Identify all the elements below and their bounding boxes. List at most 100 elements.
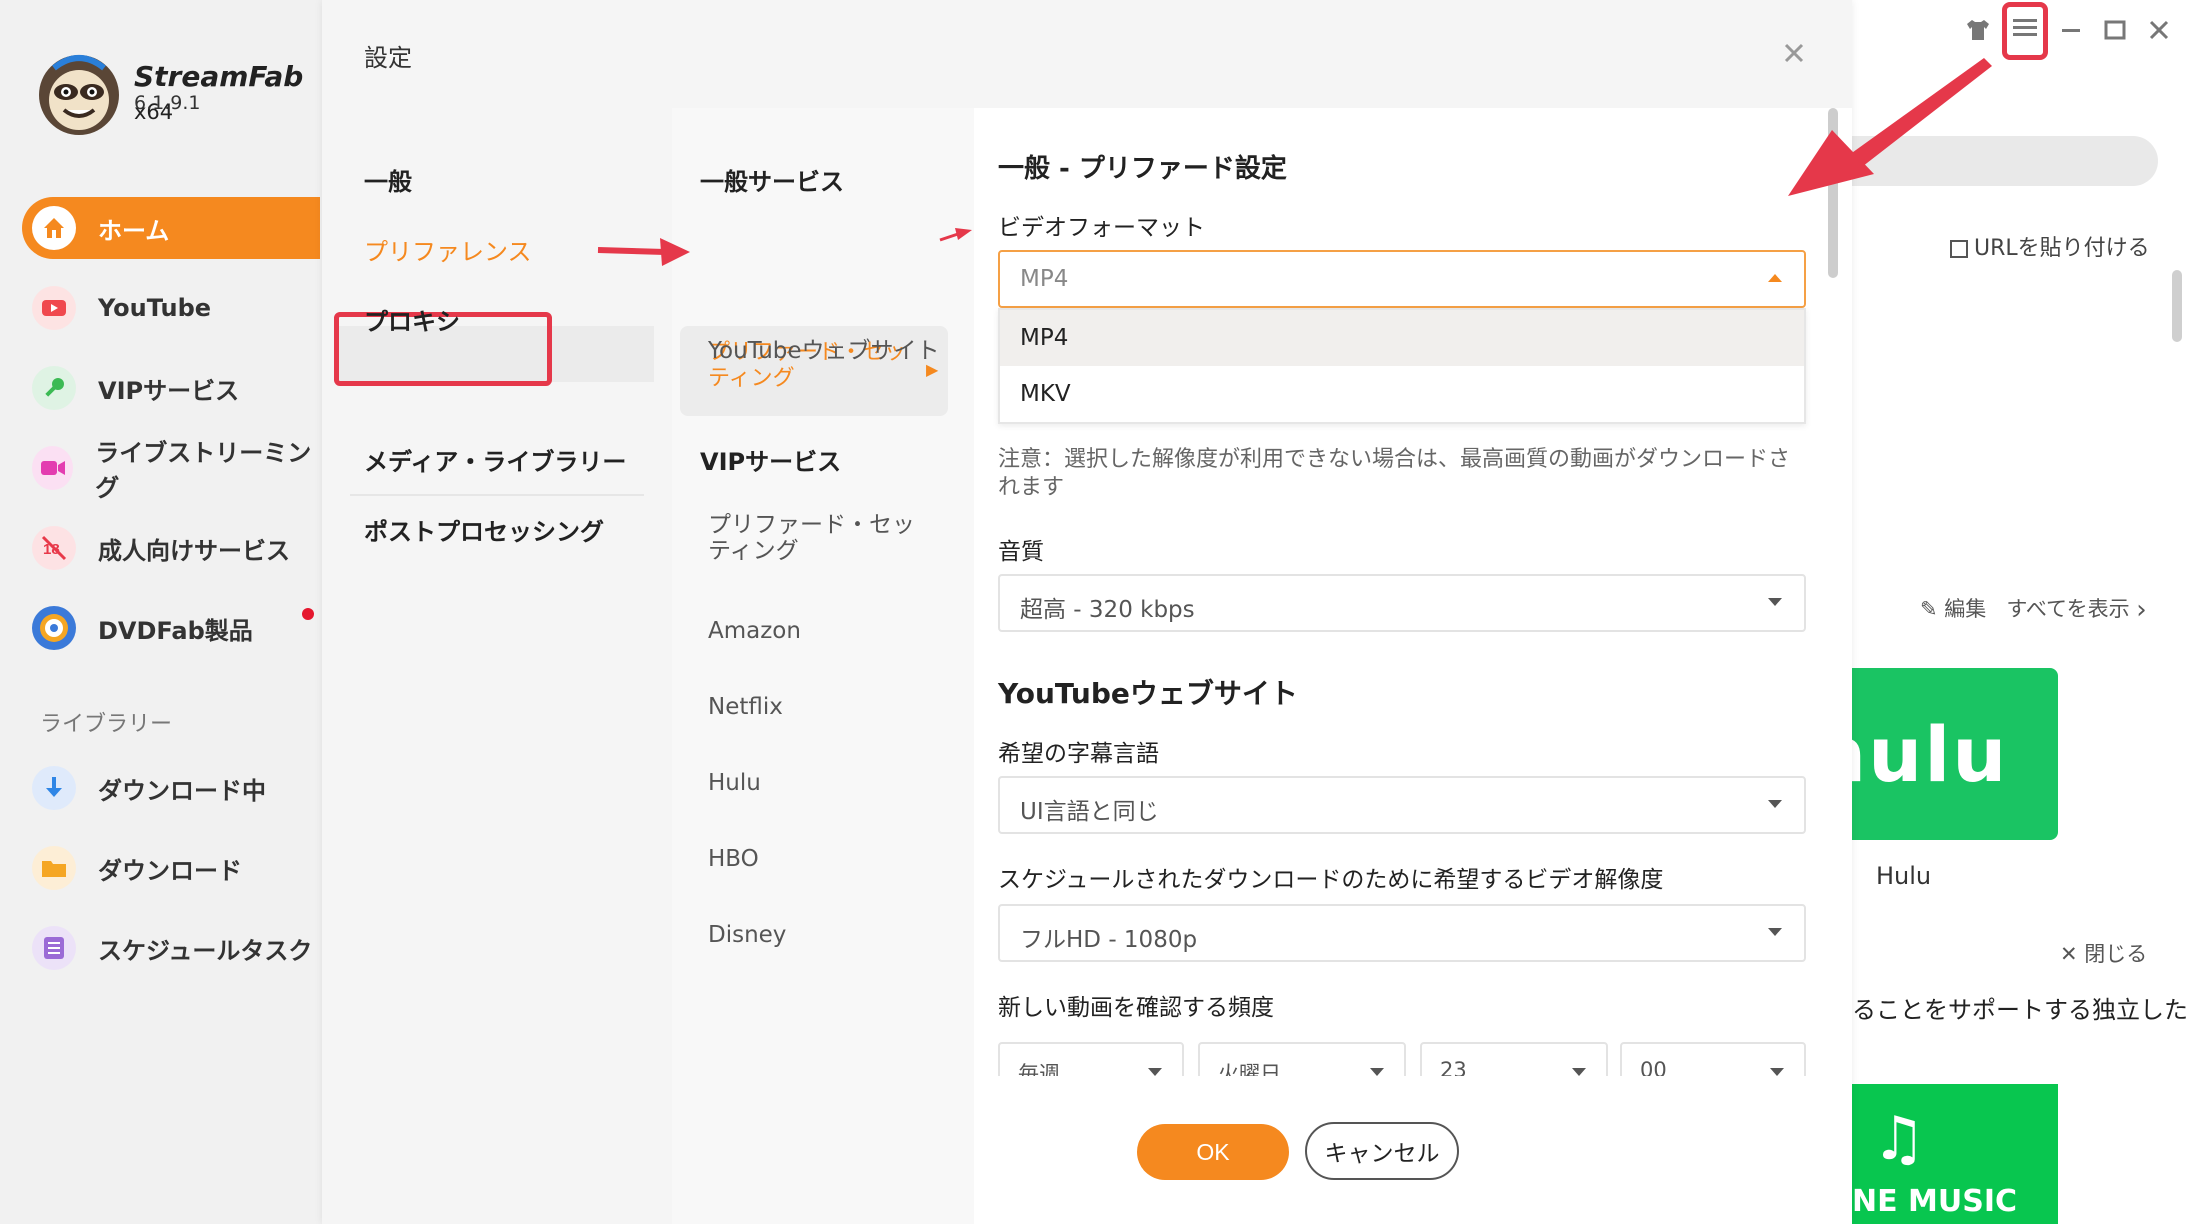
sidebar-item-label: ライブストリーミング	[95, 439, 312, 502]
category-post-processing[interactable]: ポストプロセッシング	[364, 512, 604, 547]
edit-link[interactable]: 編集	[1944, 597, 1986, 621]
resolution-note: 注意：選択した解像度が利用できない場合は、最高画質の動画がダウンロードされます	[998, 447, 1791, 500]
tshirt-skin-icon[interactable]	[1966, 18, 1990, 48]
video-camera-icon	[32, 446, 74, 490]
key-icon	[32, 366, 76, 410]
resolution-label: スケジュールされたダウンロードのために希望するビデオ解像度	[998, 867, 1664, 893]
subcategory-hulu[interactable]: Hulu	[708, 770, 761, 796]
music-note-icon: ♫	[1872, 1104, 1926, 1174]
frequency-label: 新しい動画を確認する頻度	[998, 995, 1274, 1021]
streamfab-window: StreamFab x64 6.1.9.1 ホーム YouTube VIPサービ…	[0, 0, 2188, 1224]
banner-description: ることをサポートする独立した製	[1852, 996, 2188, 1024]
option-mkv[interactable]: MKV	[1000, 366, 1804, 422]
chevron-down-icon	[1148, 1068, 1162, 1076]
subcategory-amazon[interactable]: Amazon	[708, 618, 801, 644]
audio-quality-label: 音質	[998, 539, 1044, 565]
subtitle-language-select[interactable]: UI言語と同じ	[998, 776, 1806, 834]
sidebar-item-downloading[interactable]: ダウンロード中	[22, 757, 320, 819]
caret-up-icon	[1768, 274, 1782, 282]
chevron-down-icon	[1370, 1068, 1384, 1076]
folder-icon	[32, 846, 76, 890]
window-close-icon[interactable]	[2148, 18, 2170, 48]
dialog-close-icon[interactable]	[1782, 34, 1806, 74]
chevron-right-icon: ›	[2136, 595, 2147, 625]
hulu-service-tile[interactable]: hulu	[1852, 668, 2058, 840]
chevron-down-icon	[1770, 1068, 1784, 1076]
settings-subcategory-column: 一般サービス プリファード・セッティング ▶ YouTubeウェブサイト VIP…	[672, 108, 974, 1224]
frequency-hour-select[interactable]: 23	[1420, 1042, 1608, 1076]
sidebar-item-label: ホーム	[98, 216, 170, 245]
maximize-icon[interactable]	[2104, 18, 2126, 48]
general-services-heading: 一般サービス	[700, 168, 844, 196]
content-heading: 一般 - プリファード設定	[998, 154, 1287, 184]
settings-category-column: 一般 プリファレンス プロキシ メディア・ライブラリー ポストプロセッシング	[322, 108, 672, 1224]
option-mp4[interactable]: MP4	[1000, 310, 1804, 366]
sidebar-item-label: スケジュールタスク	[98, 936, 313, 965]
subcategory-hbo[interactable]: HBO	[708, 846, 759, 872]
video-format-select[interactable]: MP4	[998, 250, 1806, 308]
category-general[interactable]: 一般	[364, 162, 412, 197]
category-media-library[interactable]: メディア・ライブラリー	[364, 442, 626, 477]
minimize-icon[interactable]	[2060, 18, 2082, 48]
sidebar-item-label: YouTube	[98, 294, 212, 322]
close-x-icon: ✕	[2060, 942, 2078, 966]
sidebar-item-label: ダウンロード中	[98, 776, 266, 805]
cancel-button[interactable]: キャンセル	[1305, 1122, 1459, 1180]
edit-pen-icon: ✎	[1920, 597, 1938, 621]
divider	[350, 494, 644, 496]
youtube-section-heading: YouTubeウェブサイト	[998, 677, 1298, 710]
subcategory-netflix[interactable]: Netflix	[708, 694, 783, 720]
sidebar-item-schedule[interactable]: スケジュールタスク	[22, 917, 320, 979]
subcategory-youtube-website[interactable]: YouTubeウェブサイト	[708, 338, 940, 364]
close-banner-button[interactable]: ✕ 閉じる	[2060, 938, 2147, 968]
main-scrollbar[interactable]	[2172, 270, 2182, 342]
url-search-bar[interactable]	[1852, 136, 2158, 186]
vip-services-heading: VIPサービス	[700, 448, 842, 476]
sidebar-item-dvdfab[interactable]: DVDFab製品	[22, 597, 320, 659]
chevron-down-icon	[1572, 1068, 1586, 1076]
subcategory-vip-preferred-settings[interactable]: プリファード・セッティング	[708, 512, 918, 564]
dialog-title: 設定	[364, 44, 412, 72]
subtitle-language-label: 希望の字幕言語	[998, 741, 1159, 767]
settings-dialog: 設定 一般 プリファレンス プロキシ メディア・ライブラリー ポストプロセッシン…	[322, 0, 1852, 1224]
app-version: 6.1.9.1	[134, 92, 201, 114]
ok-button[interactable]: OK	[1137, 1124, 1289, 1180]
hulu-tile-label: Hulu	[1876, 862, 1932, 890]
edit-showall-row: ✎ 編集 すべてを表示 ›	[1920, 593, 2147, 625]
dialog-scrollbar[interactable]	[1828, 108, 1838, 278]
notification-dot	[302, 608, 314, 620]
dialog-header	[322, 0, 1852, 108]
dvdfab-icon	[32, 606, 76, 650]
audio-quality-select[interactable]: 超高 - 320 kbps	[998, 574, 1806, 632]
frequency-minute-select[interactable]: 00	[1620, 1042, 1806, 1076]
sidebar: StreamFab x64 6.1.9.1 ホーム YouTube VIPサービ…	[0, 0, 322, 1224]
line-music-tile[interactable]: ♫ NE MUSIC	[1852, 1084, 2058, 1224]
sidebar-item-adult[interactable]: 18 成人向けサービス	[22, 517, 320, 579]
sidebar-item-label: 成人向けサービス	[98, 536, 290, 565]
paste-url-button[interactable]: URLを貼り付ける	[1950, 230, 2150, 262]
sidebar-item-home[interactable]: ホーム	[22, 197, 320, 259]
sidebar-item-vip[interactable]: VIPサービス	[22, 357, 320, 419]
video-format-dropdown: MP4 MKV	[998, 308, 1806, 424]
sidebar-item-downloaded[interactable]: ダウンロード	[22, 837, 320, 899]
frequency-day-select[interactable]: 火曜日	[1198, 1042, 1406, 1076]
youtube-icon	[32, 286, 76, 330]
subcategory-disney[interactable]: Disney	[708, 922, 786, 948]
download-arrow-icon	[32, 766, 76, 810]
sidebar-item-label: DVDFab製品	[98, 616, 253, 645]
sidebar-item-label: ダウンロード	[98, 856, 242, 885]
settings-content-panel: 一般 - プリファード設定 ビデオフォーマット MP4 MP4 MKV 注意：選…	[974, 108, 1852, 1076]
resolution-select[interactable]: フルHD - 1080p	[998, 904, 1806, 962]
hamburger-menu-icon[interactable]	[2012, 16, 2038, 47]
sidebar-item-livestreaming[interactable]: ライブストリーミング	[22, 437, 320, 502]
adult-18-icon: 18	[32, 526, 76, 570]
chevron-down-icon	[1768, 800, 1782, 808]
paste-icon	[1950, 240, 1968, 258]
task-list-icon	[32, 926, 76, 970]
show-all-link[interactable]: すべてを表示	[2006, 597, 2129, 621]
category-preferences[interactable]: プリファレンス	[364, 232, 532, 267]
frequency-period-select[interactable]: 毎週	[998, 1042, 1184, 1076]
category-proxy[interactable]: プロキシ	[364, 302, 460, 337]
sidebar-item-label: VIPサービス	[98, 376, 240, 405]
sidebar-item-youtube[interactable]: YouTube	[22, 277, 320, 339]
